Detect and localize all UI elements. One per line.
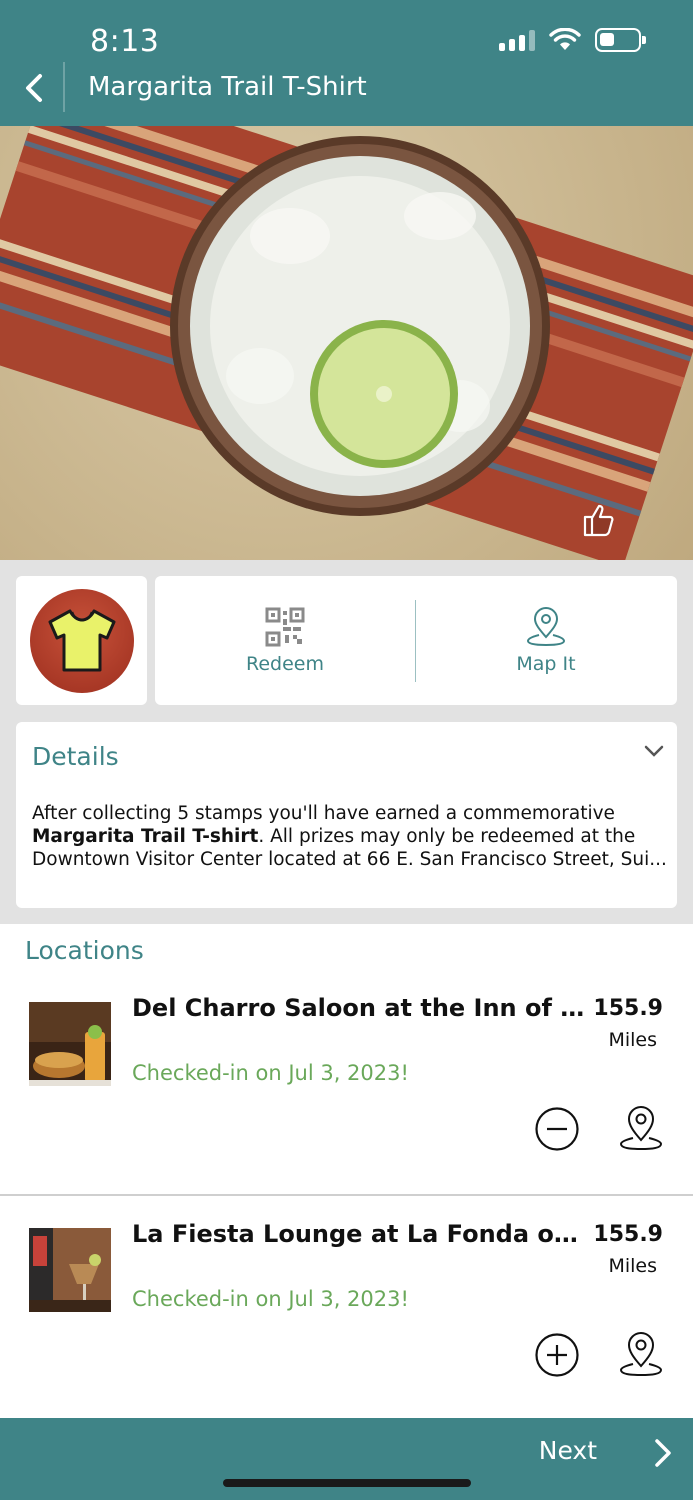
add-stamp-button[interactable] bbox=[533, 1331, 581, 1379]
back-button[interactable] bbox=[14, 66, 54, 110]
details-text-bold: Margarita Trail T-shirt bbox=[32, 826, 259, 847]
chevron-left-icon bbox=[26, 74, 42, 102]
reward-card bbox=[16, 576, 147, 705]
location-map-button[interactable] bbox=[617, 1105, 665, 1153]
status-time: 8:13 bbox=[90, 24, 160, 59]
like-button[interactable] bbox=[581, 502, 617, 542]
margarita-photo bbox=[0, 126, 693, 560]
details-text-start: After collecting 5 stamps you'll have ea… bbox=[32, 803, 615, 824]
map-it-button[interactable]: Map It bbox=[416, 576, 676, 705]
cellular-signal-icon bbox=[499, 29, 535, 51]
tshirt-icon bbox=[48, 609, 115, 671]
location-item[interactable]: La Fiesta Lounge at La Fonda on t... 155… bbox=[0, 1194, 693, 1418]
location-thumbnail bbox=[29, 1002, 111, 1086]
battery-icon bbox=[595, 28, 646, 52]
details-description: After collecting 5 stamps you'll have ea… bbox=[32, 802, 667, 871]
map-it-label: Map It bbox=[516, 652, 576, 675]
thumbs-up-icon bbox=[583, 504, 614, 537]
next-button[interactable] bbox=[653, 1438, 673, 1472]
plus-circle-icon bbox=[535, 1333, 579, 1377]
page-title: Margarita Trail T-Shirt bbox=[88, 72, 367, 102]
reward-badge bbox=[29, 588, 134, 693]
details-title: Details bbox=[32, 742, 119, 771]
location-distance: 155.9 bbox=[593, 996, 663, 1021]
location-name: La Fiesta Lounge at La Fonda on t... bbox=[132, 1220, 592, 1248]
map-pin-icon bbox=[619, 1332, 663, 1377]
location-checkin-status: Checked-in on Jul 3, 2023! bbox=[132, 1061, 409, 1085]
location-name: Del Charro Saloon at the Inn of th... bbox=[132, 994, 592, 1022]
minus-circle-icon bbox=[535, 1107, 579, 1151]
map-pin-icon bbox=[526, 606, 566, 646]
reward-panel: Redeem Map It Details After collecting 5… bbox=[0, 560, 693, 924]
location-distance-unit: Miles bbox=[608, 1255, 657, 1277]
header-divider bbox=[63, 62, 65, 112]
home-indicator bbox=[223, 1479, 471, 1487]
bottom-navigation-bar: Next bbox=[0, 1418, 693, 1500]
locations-heading: Locations bbox=[25, 936, 144, 965]
location-distance-unit: Miles bbox=[608, 1029, 657, 1051]
location-item[interactable]: Del Charro Saloon at the Inn of th... 15… bbox=[0, 968, 693, 1192]
remove-stamp-button[interactable] bbox=[533, 1105, 581, 1153]
location-distance: 155.9 bbox=[593, 1222, 663, 1247]
next-button-label[interactable]: Next bbox=[539, 1436, 597, 1465]
location-checkin-status: Checked-in on Jul 3, 2023! bbox=[132, 1287, 409, 1311]
actions-card: Redeem Map It bbox=[155, 576, 677, 705]
redeem-button[interactable]: Redeem bbox=[155, 576, 415, 705]
map-pin-icon bbox=[619, 1106, 663, 1151]
chevron-down-icon[interactable] bbox=[643, 744, 665, 758]
app-header: 8:13 Margarita Trail T-Shirt bbox=[0, 0, 693, 126]
hero-image bbox=[0, 126, 693, 560]
wifi-icon bbox=[549, 28, 581, 50]
location-map-button[interactable] bbox=[617, 1331, 665, 1379]
chevron-right-icon bbox=[655, 1439, 671, 1467]
location-thumbnail bbox=[29, 1228, 111, 1312]
qr-code-icon bbox=[265, 607, 305, 646]
status-icons bbox=[499, 28, 646, 52]
redeem-label: Redeem bbox=[246, 652, 324, 675]
details-card[interactable]: Details After collecting 5 stamps you'll… bbox=[16, 722, 677, 908]
